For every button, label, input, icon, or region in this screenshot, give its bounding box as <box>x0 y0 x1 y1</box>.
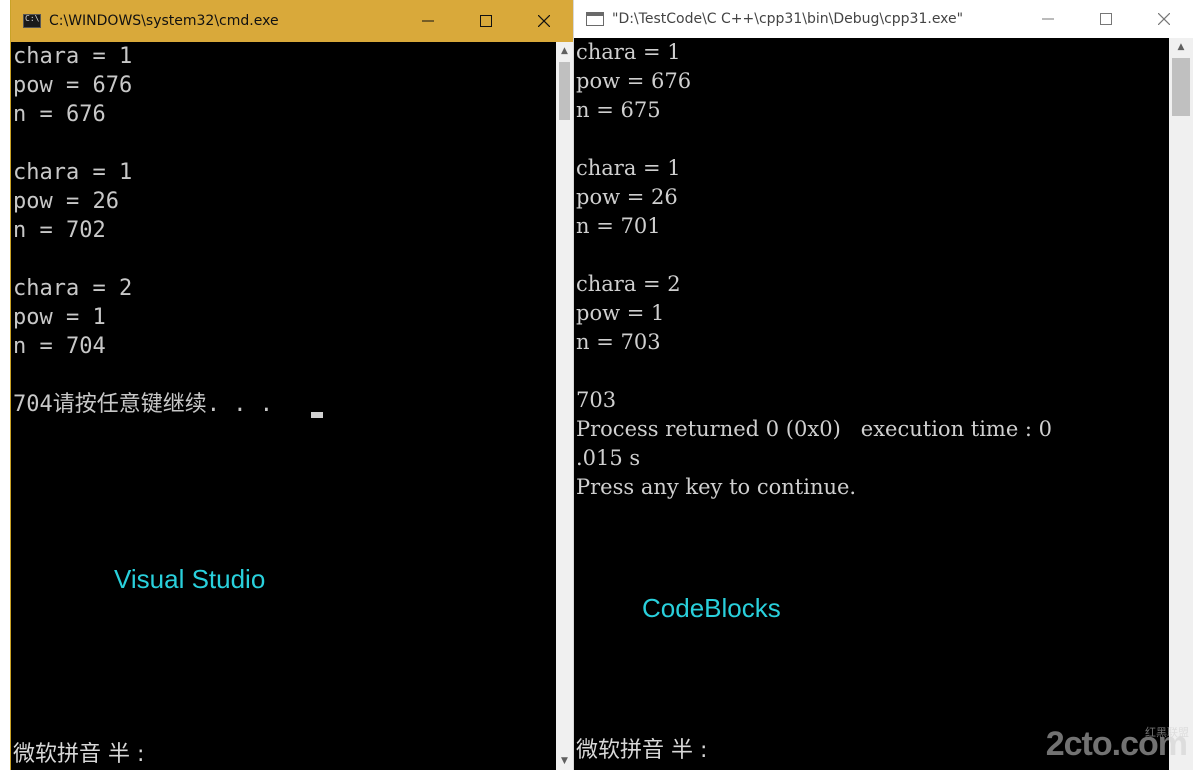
maximize-button[interactable] <box>1077 0 1135 38</box>
visual-studio-label: Visual Studio <box>114 564 266 594</box>
console-line: chara = 2 <box>13 276 133 301</box>
close-icon <box>538 15 550 27</box>
vertical-scrollbar[interactable]: ▲ <box>1169 38 1193 770</box>
codeblocks-window-title: "D:\TestCode\C C++\cpp31\bin\Debug\cpp31… <box>612 11 964 27</box>
minimize-button[interactable] <box>399 0 457 42</box>
codeblocks-console-window[interactable]: "D:\TestCode\C C++\cpp31\bin\Debug\cpp31… <box>573 0 1193 770</box>
ime-status: 微软拼音 半 : <box>576 738 708 763</box>
maximize-icon <box>480 15 492 27</box>
codeblocks-title-bar[interactable]: "D:\TestCode\C C++\cpp31\bin\Debug\cpp31… <box>574 0 1193 38</box>
console-line: pow = 676 <box>13 73 133 98</box>
console-line: pow = 1 <box>13 305 106 330</box>
minimize-icon <box>1042 18 1054 20</box>
scroll-thumb[interactable] <box>559 62 570 120</box>
minimize-icon <box>422 20 434 22</box>
console-line: chara = 1 <box>13 160 133 185</box>
close-button[interactable] <box>1135 0 1193 38</box>
console-line: n = 703 <box>576 330 661 354</box>
console-line: n = 676 <box>13 102 106 127</box>
cmd-title-bar[interactable]: C:\WINDOWS\system32\cmd.exe <box>11 0 573 42</box>
console-line: .015 s <box>576 446 641 470</box>
console-line: n = 704 <box>13 334 106 359</box>
console-line: n = 702 <box>13 218 106 243</box>
cmd-window-title: C:\WINDOWS\system32\cmd.exe <box>49 13 279 29</box>
console-line: 703 <box>576 388 617 412</box>
text-cursor <box>311 412 323 418</box>
console-line: chara = 1 <box>576 156 681 180</box>
console-line: chara = 2 <box>576 272 681 296</box>
codeblocks-label: CodeBlocks <box>642 593 781 623</box>
console-line: Press any key to continue. <box>576 475 857 499</box>
scroll-up-icon[interactable]: ▲ <box>556 42 573 60</box>
watermark-logo: 2cto.com <box>1045 725 1188 763</box>
console-line: pow = 676 <box>576 69 692 93</box>
console-line: 704请按任意键继续. . . <box>13 392 287 417</box>
console-line: Process returned 0 (0x0) execution time … <box>576 417 1053 441</box>
console-line: n = 701 <box>576 214 661 238</box>
scroll-up-icon[interactable]: ▲ <box>1169 38 1193 56</box>
scroll-down-icon[interactable]: ▼ <box>556 752 573 770</box>
console-line: chara = 1 <box>576 40 681 64</box>
ime-status: 微软拼音 半 : <box>13 742 145 767</box>
cmd-window[interactable]: C:\WINDOWS\system32\cmd.exe chara = 1 po… <box>10 0 573 770</box>
scroll-thumb[interactable] <box>1172 58 1190 116</box>
maximize-button[interactable] <box>457 0 515 42</box>
console-line: pow = 1 <box>576 301 665 325</box>
codeblocks-console-output[interactable]: chara = 1 pow = 676 n = 675 chara = 1 po… <box>574 38 1169 770</box>
console-line: n = 675 <box>576 98 661 122</box>
minimize-button[interactable] <box>1019 0 1077 38</box>
console-line: chara = 1 <box>13 44 133 69</box>
exe-icon <box>586 12 604 26</box>
cmd-console-output[interactable]: chara = 1 pow = 676 n = 676 chara = 1 po… <box>11 42 556 770</box>
close-icon <box>1158 13 1170 25</box>
console-line: pow = 26 <box>576 185 678 209</box>
console-line: pow = 26 <box>13 189 119 214</box>
vertical-scrollbar[interactable]: ▲ ▼ <box>556 42 573 770</box>
maximize-icon <box>1100 13 1112 25</box>
cmd-icon <box>23 14 41 28</box>
close-button[interactable] <box>515 0 573 42</box>
